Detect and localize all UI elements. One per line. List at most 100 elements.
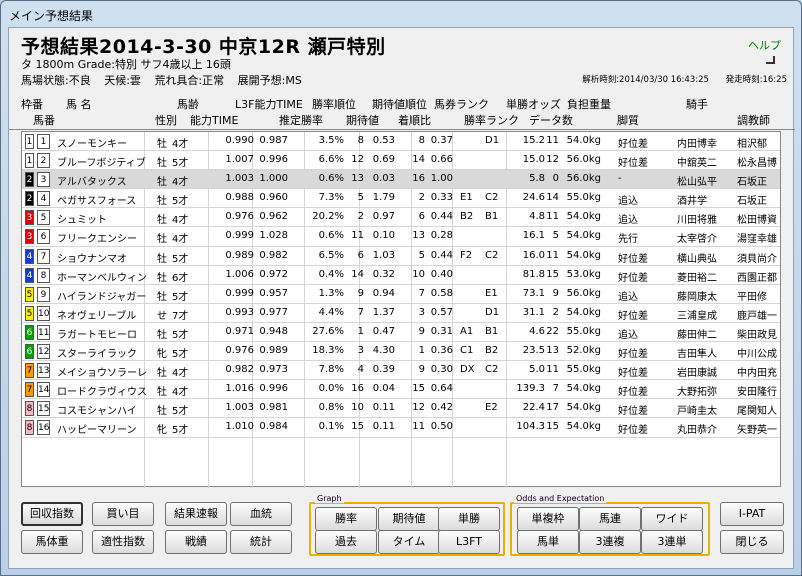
horse-age: 4才 — [172, 177, 189, 189]
horse-sex: 牝 — [157, 425, 167, 437]
main-window: メイン予想結果 予想結果2014-3-30 中京12R 瀬戸特別 ヘルプ タ 1… — [0, 0, 802, 576]
l3f-time: 0.996 — [259, 154, 288, 166]
table-row[interactable]: 6 12 スターライラック牝 5才 0.976 0.989 18.3% 3 4.30 1 0.36 C… — [22, 342, 780, 362]
horse-name: ハイランドジャガー — [57, 291, 147, 303]
jockey-name: 藤田伸二 — [677, 329, 717, 341]
graph-win-button[interactable]: 単勝 — [438, 507, 500, 531]
table-row[interactable]: 7 14 ロードクラヴィウス牡 4才 1.016 0.996 0.0% 16 0.04 15 0.6… — [22, 380, 780, 400]
ability-time: 0.976 — [225, 211, 254, 223]
waku-badge: 1 — [25, 134, 34, 149]
carried-weight: 54.0kg — [566, 402, 601, 414]
win-rank: 7 — [357, 306, 364, 318]
table-row[interactable]: 1 1 スノーモンキー牡 4才 0.990 0.987 3.5% 8 0.53 8 0.37 D1 15… — [22, 132, 780, 152]
finish-ratio: 0.37 — [430, 135, 453, 146]
graph-past-button[interactable]: 過去 — [315, 530, 377, 554]
waku-badge: 3 — [25, 229, 34, 245]
graph-time-button[interactable]: タイム — [378, 530, 440, 554]
stats-button[interactable]: 統計 — [230, 530, 292, 554]
ticket-rank: B2 — [460, 211, 474, 223]
expected-value: 0.11 — [372, 421, 395, 433]
expected-value: 0.03 — [372, 173, 395, 185]
table-row[interactable]: 4 8 ホーマンベルウィン牡 6才 1.006 0.972 0.4% 14 0.32 10 0.40… — [22, 266, 780, 285]
finish-ratio: 0.66 — [430, 154, 453, 166]
weight-button[interactable]: 馬体重 — [21, 530, 83, 554]
prob-rank: D1 — [485, 135, 500, 146]
table-row[interactable]: 5 10 ネオヴェリーブルせ 7才 0.993 0.977 4.4% 7 1.37 3 0.57 D1… — [22, 304, 780, 323]
l3f-time: 0.982 — [259, 249, 288, 261]
horse-sex: 牡 — [157, 406, 167, 418]
jockey-name: 中舘英二 — [677, 158, 717, 170]
carried-weight: 54.0kg — [566, 230, 601, 242]
horse-age: 5才 — [172, 406, 189, 418]
table-row[interactable]: 1 2 ブルーフボジティブ牡 5才 1.007 0.996 6.6% 12 0.69 14 0.66… — [22, 151, 780, 171]
jockey-name: 酒井学 — [677, 196, 707, 208]
horse-number: 15 — [37, 401, 50, 417]
table-row[interactable]: 4 7 ショウナンマオ牡 5才 0.989 0.982 6.5% 6 1.03 5 0.44 F2 C2… — [22, 247, 780, 266]
result-button[interactable]: 結果速報 — [165, 502, 227, 526]
horse-sex: 牡 — [157, 272, 167, 284]
win-rank: 4 — [357, 364, 364, 376]
col-win-odds: 単勝オッズ — [506, 98, 561, 111]
prediction-table[interactable]: 1 1 スノーモンキー牡 4才 0.990 0.987 3.5% 8 0.53 8 0.37 D1 15… — [21, 131, 781, 488]
l3f-time: 0.960 — [259, 192, 288, 204]
ipat-button[interactable]: I-PAT — [720, 502, 784, 526]
horse-sex: 牡 — [157, 253, 167, 265]
analysis-time: 解析時刻:2014/03/30 16:43:25 — [582, 75, 709, 85]
table-row[interactable]: 3 5 シュミット牡 4才 0.976 0.962 20.2% 2 0.97 6 0.44 B2 B1 4… — [22, 208, 780, 228]
jockey-name: 横山典弘 — [677, 253, 717, 265]
ability-time: 0.993 — [225, 306, 254, 318]
table-row[interactable]: 2 4 ペガサスフォース牡 5才 0.988 0.960 7.3% 5 1.79 2 0.33 E1 C… — [22, 189, 780, 209]
table-row[interactable]: 7 13 メイショウソラーレ牡 4才 0.982 0.973 7.8% 4 0.39 9 0.30 D… — [22, 361, 780, 381]
table-row[interactable]: 8 15 コスモシャンハイ牡 5才 1.003 0.981 0.8% 10 0.11 12 0.42… — [22, 399, 780, 419]
running-style: 追込 — [618, 329, 638, 341]
finish-ratio: 0.28 — [430, 230, 453, 242]
umatan-button[interactable]: 馬単 — [517, 530, 579, 554]
sanrenpuku-button[interactable]: 3連複 — [579, 530, 641, 554]
table-row[interactable]: 8 16 ハッピーマリーン牝 5才 1.010 0.984 0.1% 15 0.11 11 0.50… — [22, 418, 780, 438]
trainer-name: 石坂正 — [737, 196, 767, 208]
l3f-time: 0.996 — [259, 383, 288, 395]
waku-badge: 6 — [25, 344, 34, 360]
table-row[interactable]: 6 11 ラガートモヒーロ牡 5才 0.971 0.948 27.6% 1 0.47 9 0.31 A… — [22, 323, 780, 343]
horse-age: 7才 — [172, 310, 189, 322]
col-nt: 能力TIME — [190, 114, 239, 127]
kaime-button[interactable]: 買い目 — [92, 502, 154, 526]
graph-winrate-button[interactable]: 勝率 — [315, 507, 377, 531]
pedigree-button[interactable]: 血統 — [230, 502, 292, 526]
jockey-name: 川田将雅 — [677, 215, 717, 227]
data-count: 11 — [546, 135, 559, 146]
col-waku: 枠番 — [21, 98, 43, 111]
sanrentan-button[interactable]: 3連単 — [641, 530, 703, 554]
kaishu-index-button[interactable]: 回収指数 — [21, 502, 83, 526]
wide-button[interactable]: ワイド — [641, 507, 703, 531]
aptitude-button[interactable]: 適性指数 — [92, 530, 154, 554]
conditions-line: 馬場状態:不良 天候:雲 荒れ具合:正常 展開予想:MS — [21, 72, 312, 88]
graph-ev-button[interactable]: 期待値 — [378, 507, 440, 531]
horse-name: フリークエンシー — [57, 234, 137, 246]
waku-badge: 4 — [25, 267, 34, 283]
tanfuku-button[interactable]: 単複枠 — [517, 507, 579, 531]
data-count: 14 — [546, 192, 559, 204]
l3f-time: 0.973 — [259, 364, 288, 376]
help-link[interactable]: ヘルプ — [748, 37, 781, 53]
table-row[interactable]: 2 3 アルバタックス牡 4才 1.003 1.000 0.6% 13 0.03 16 1.00 5.… — [22, 170, 780, 190]
horse-number: 7 — [37, 248, 50, 264]
prob-rank: B2 — [485, 345, 499, 357]
horse-number: 2 — [37, 153, 50, 169]
horse-name: メイショウソラーレ — [57, 368, 147, 380]
graph-l3ft-button[interactable]: L3FT — [438, 530, 500, 554]
expected-value: 0.32 — [372, 268, 395, 280]
close-button[interactable]: 閉じる — [720, 530, 784, 554]
horse-number: 9 — [37, 286, 50, 302]
horse-number: 11 — [37, 324, 50, 340]
ticket-rank: F2 — [460, 249, 473, 261]
data-count: 15 — [546, 268, 559, 280]
table-row[interactable]: 3 6 フリークエンシー牡 4才 0.999 1.028 0.6% 11 0.10 13 0.28 1… — [22, 227, 780, 247]
horse-number: 5 — [37, 210, 50, 226]
running-style: 好位差 — [618, 158, 648, 170]
horse-age: 5才 — [172, 158, 189, 170]
table-row[interactable]: 5 9 ハイランドジャガー牡 5才 0.999 0.957 1.3% 9 0.94 7 0.58 E1… — [22, 285, 780, 304]
umaren-button[interactable]: 馬連 — [579, 507, 641, 531]
record-button[interactable]: 戦績 — [165, 530, 227, 554]
win-rank: 11 — [351, 230, 364, 242]
